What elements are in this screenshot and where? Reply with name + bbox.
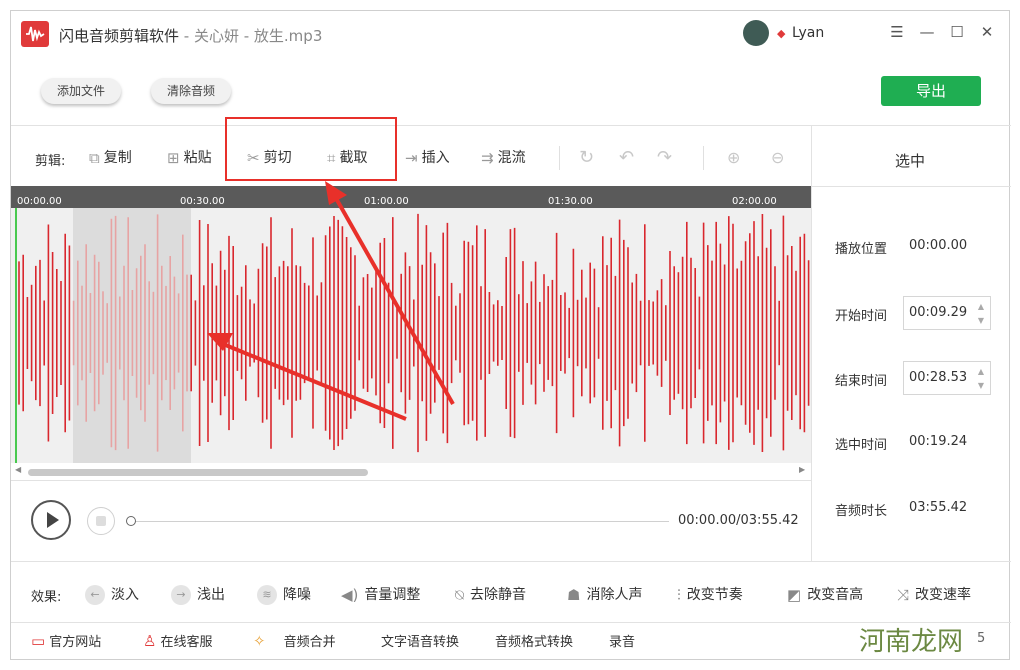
annotation-arrows <box>207 181 455 421</box>
app-window: 闪电音频剪辑软件 - 关心妍 - 放生.mp3 ◆ Lyan ☰ — ☐ ✕ 添… <box>10 10 1011 660</box>
